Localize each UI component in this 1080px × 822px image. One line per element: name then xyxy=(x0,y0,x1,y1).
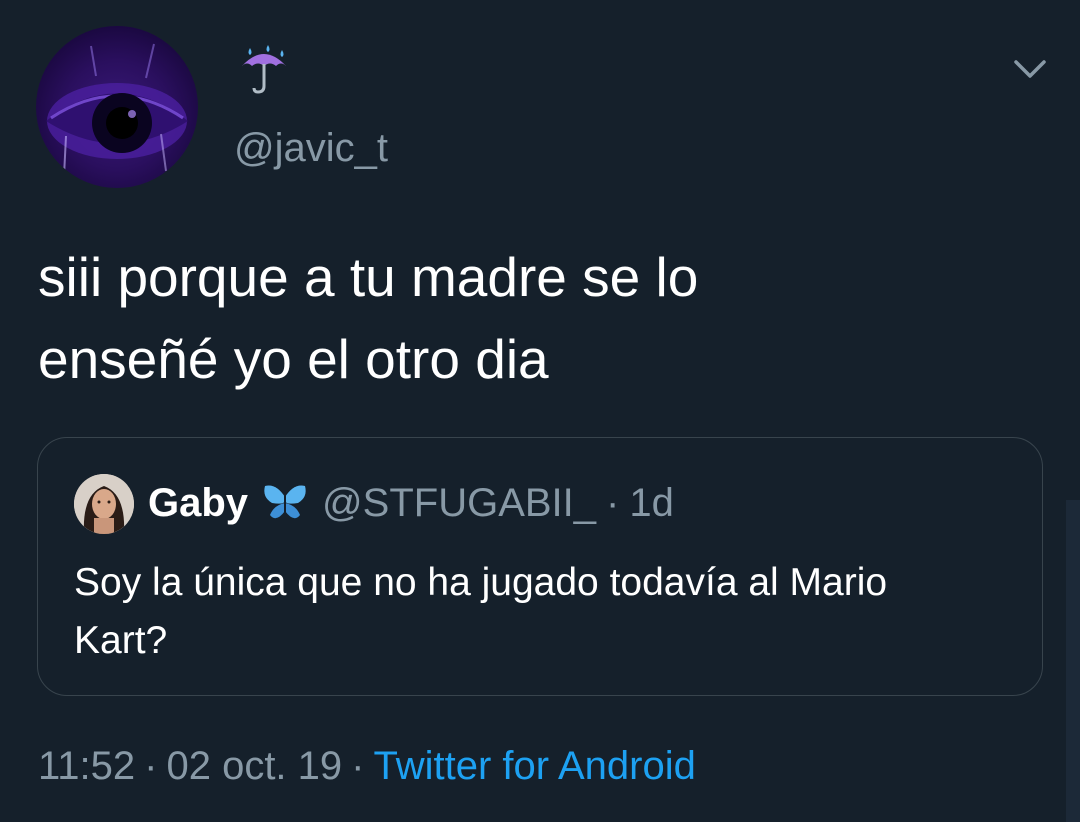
quoted-tweet[interactable]: Gaby @STFUGABII_ · 1d Soy la única que n… xyxy=(37,437,1043,696)
separator-dot: · xyxy=(351,744,365,788)
author-handle[interactable]: @javic_t xyxy=(234,122,388,174)
quoted-display-name: Gaby xyxy=(148,480,249,525)
quoted-header: Gaby @STFUGABII_ · 1d xyxy=(148,478,674,528)
tweet-source-link[interactable]: Twitter for Android xyxy=(373,744,695,788)
quoted-author-avatar xyxy=(74,474,134,534)
tweet-text: siii porque a tu madre se lo enseñé yo e… xyxy=(38,236,1048,400)
quoted-handle: @STFUGABII_ xyxy=(322,480,597,525)
separator-dot: · xyxy=(606,480,620,525)
quoted-text-line: Soy la única que no ha jugado todavía al… xyxy=(74,561,888,604)
butterfly-icon xyxy=(262,483,308,523)
quoted-text-line: Kart? xyxy=(74,619,168,662)
umbrella-with-rain-icon xyxy=(236,44,292,96)
tweet-date: 02 oct. 19 xyxy=(166,744,343,788)
tweet-meta: 11:52 · 02 oct. 19 · Twitter for Android xyxy=(38,740,696,792)
quoted-text: Soy la única que no ha jugado todavía al… xyxy=(74,554,1024,670)
scrollbar[interactable] xyxy=(1066,500,1080,822)
tweet-time: 11:52 xyxy=(38,744,136,788)
tweet-text-line: siii porque a tu madre se lo xyxy=(38,246,699,308)
quoted-age: 1d xyxy=(629,480,674,525)
chevron-down-icon[interactable] xyxy=(1010,52,1050,86)
tweet-text-line: enseñé yo el otro dia xyxy=(38,328,549,390)
author-avatar[interactable] xyxy=(36,26,198,188)
separator-dot: · xyxy=(144,744,158,788)
